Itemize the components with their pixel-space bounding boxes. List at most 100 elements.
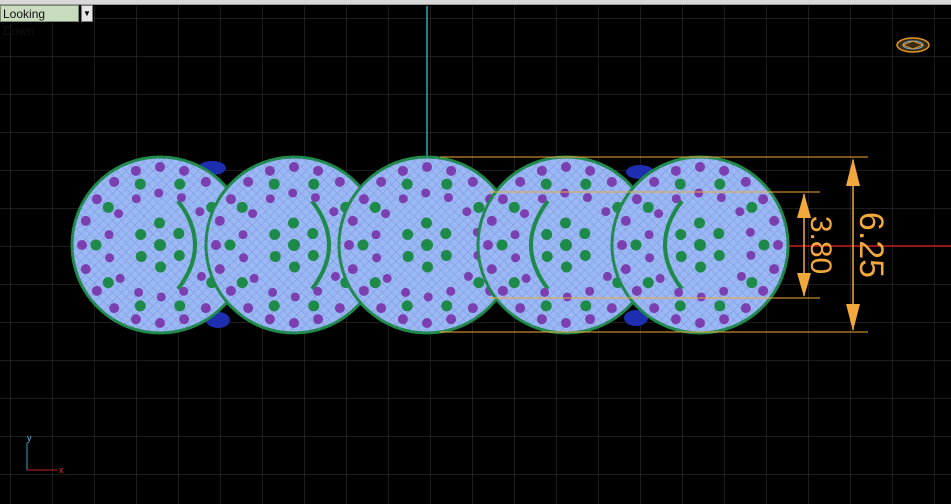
view-name-label[interactable]: Looking Down: [0, 5, 79, 38]
prong: [371, 230, 381, 240]
prong: [521, 273, 531, 283]
stone-seat: [675, 250, 687, 262]
prong: [562, 292, 572, 302]
stone-seat: [269, 228, 281, 240]
prong: [745, 227, 755, 237]
prong: [358, 285, 369, 296]
prong: [446, 314, 457, 325]
prong: [631, 285, 642, 296]
prong: [422, 318, 432, 328]
prong: [329, 207, 339, 217]
prong: [347, 264, 358, 275]
prong: [397, 165, 408, 176]
stone-seat: [369, 201, 381, 213]
ring-model[interactable]: [70, 155, 790, 335]
stone-seat: [675, 228, 687, 240]
prong: [290, 292, 300, 302]
chevron-down-icon[interactable]: ▼: [81, 5, 93, 22]
prong: [249, 273, 259, 283]
stone-seat: [268, 300, 280, 312]
prong: [376, 303, 387, 314]
prong: [313, 314, 324, 325]
prong: [649, 176, 660, 187]
prong: [398, 194, 408, 204]
stone-seat: [308, 300, 320, 312]
prong: [134, 287, 144, 297]
prong: [467, 176, 478, 187]
prong: [585, 314, 596, 325]
compass-icon[interactable]: [896, 37, 930, 53]
prong: [154, 188, 164, 198]
stone-seat: [713, 250, 725, 262]
stone-seat: [269, 250, 281, 262]
prong: [313, 165, 324, 176]
prong: [655, 273, 665, 283]
stone-seat: [579, 228, 591, 240]
prong: [268, 287, 278, 297]
stone-seat: [674, 300, 686, 312]
prong: [114, 209, 124, 219]
stone-seat: [714, 178, 726, 190]
prong: [467, 303, 478, 314]
prong: [536, 314, 547, 325]
prong: [606, 176, 617, 187]
stone-seat: [473, 277, 485, 289]
center-stone-seat: [560, 239, 572, 251]
prong: [347, 215, 358, 226]
triad-x-label: x: [59, 465, 64, 475]
prong: [510, 230, 520, 240]
prong: [674, 287, 684, 297]
stone-seat: [541, 228, 553, 240]
stone-seat: [758, 239, 770, 251]
prong: [483, 240, 493, 250]
prong: [248, 209, 258, 219]
prong: [289, 318, 299, 328]
prong: [130, 314, 141, 325]
stone-seat: [693, 217, 705, 229]
prong: [225, 194, 236, 205]
prong: [243, 303, 254, 314]
stone-seat: [174, 178, 186, 190]
stone-seat: [713, 228, 725, 240]
stone-seat: [441, 178, 453, 190]
prong: [225, 285, 236, 296]
prong: [735, 207, 745, 217]
prong: [214, 215, 225, 226]
stone-seat: [173, 228, 185, 240]
prong: [644, 230, 654, 240]
stone-seat: [268, 178, 280, 190]
prong: [176, 193, 186, 203]
prong: [463, 271, 473, 281]
prong: [536, 165, 547, 176]
design-canvas[interactable]: 6.25 3.80 y x: [0, 0, 951, 504]
prong: [645, 253, 655, 263]
stone-seat: [642, 277, 654, 289]
prong: [486, 264, 497, 275]
stone-seat: [134, 300, 146, 312]
stone-seat: [401, 178, 413, 190]
3d-viewport[interactable]: 6.25 3.80 y x Looking Down ▼: [0, 0, 951, 504]
stone-seat: [440, 228, 452, 240]
prong: [670, 165, 681, 176]
prong: [195, 207, 205, 217]
prong: [109, 176, 120, 187]
prong: [155, 318, 165, 328]
stone-seat: [642, 201, 654, 213]
prong: [179, 286, 189, 296]
prong: [758, 285, 769, 296]
prong: [561, 318, 571, 328]
prong: [758, 194, 769, 205]
prong: [511, 253, 521, 263]
stone-seat: [540, 300, 552, 312]
stone-seat: [579, 250, 591, 262]
prong: [264, 314, 275, 325]
prong: [695, 318, 705, 328]
prong: [740, 176, 751, 187]
stone-seat: [153, 217, 165, 229]
prong: [719, 314, 730, 325]
prong: [310, 193, 320, 203]
prong: [773, 240, 783, 250]
stone-seat: [441, 300, 453, 312]
prong: [422, 162, 432, 172]
prong: [736, 271, 746, 281]
